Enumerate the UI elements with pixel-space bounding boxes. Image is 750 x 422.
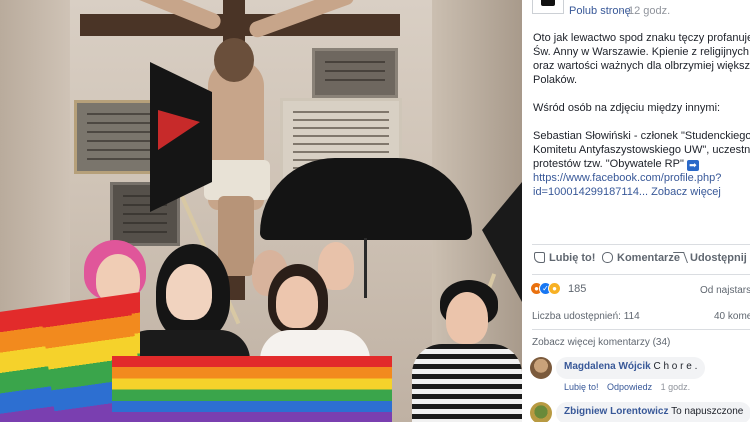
comment-author[interactable]: Magdalena Wójcik xyxy=(564,361,651,372)
share-icon xyxy=(672,252,689,263)
see-more-link[interactable]: Zobacz więcej xyxy=(651,186,721,198)
page-avatar[interactable] xyxy=(532,0,564,14)
post-text: Oto jak lewactwo spod znaku tęczy profan… xyxy=(533,31,750,199)
divider xyxy=(532,244,750,245)
person-striped-shirt xyxy=(412,344,522,422)
person-face xyxy=(166,264,212,320)
post-actions: Lubię to! Komentarze Udostępnij xyxy=(522,246,750,272)
umbrella-handle xyxy=(364,238,367,298)
post-text-line: Polaków. xyxy=(533,74,578,86)
comment-author[interactable]: Zbigniew Lorentowicz xyxy=(564,406,668,417)
post-text-line: Wśród osób na zdjęciu między innymi: xyxy=(533,102,721,114)
post-text-line: Komitetu Antyfaszystowskiego UW", uczest… xyxy=(533,144,750,156)
profile-link[interactable]: https://www.facebook.com/profile.php? xyxy=(533,171,750,185)
post-text-line: protestów tzw. "Obywatele RP" ➡ xyxy=(533,157,750,171)
post-header: Polub stronę · 12 godz. xyxy=(522,0,750,22)
shares-count[interactable]: Liczba udostępnień: 114 xyxy=(532,311,640,322)
profile-link[interactable]: id=100014299187114... xyxy=(533,186,648,198)
share-button[interactable]: Udostępnij xyxy=(672,252,747,264)
post-stats: Liczba udostępnień: 114 40 komen xyxy=(532,311,750,322)
comment-time[interactable]: 1 godz. xyxy=(661,382,691,392)
comment-icon xyxy=(602,252,613,263)
memorial-plaque xyxy=(312,48,398,98)
post-text-line: Oto jak lewactwo spod znaku tęczy profan… xyxy=(533,32,750,44)
person-face xyxy=(446,292,488,344)
comment-button[interactable]: Komentarze xyxy=(602,252,680,264)
post-timestamp[interactable]: 12 godz. xyxy=(628,5,670,17)
comment-text: To napuszczone xyxy=(671,406,744,417)
comment-sort-dropdown[interactable]: Od najstarsz xyxy=(700,285,750,296)
comment-bubble: Zbigniew Lorentowicz To napuszczone xyxy=(556,402,750,422)
rainbow-flag xyxy=(112,356,392,422)
comment-reply-link[interactable]: Odpowiedz xyxy=(607,382,652,392)
comment-like-link[interactable]: Lubię to! xyxy=(564,382,599,392)
arrow-right-icon: ➡ xyxy=(686,160,699,171)
page-logo-icon xyxy=(541,0,555,6)
crucifix-beam xyxy=(80,14,400,36)
divider xyxy=(532,329,750,330)
crucifix-figure-head xyxy=(214,38,254,82)
comment-meta: Lubię to! Odpowiedz 1 godz. xyxy=(564,382,696,392)
like-button[interactable]: Lubię to! xyxy=(534,252,595,264)
wow-icon: ● xyxy=(548,282,561,295)
crucifix-figure-cloth xyxy=(204,160,270,200)
reactions-count: 185 xyxy=(568,283,587,295)
post-photo[interactable] xyxy=(0,0,522,422)
avatar[interactable] xyxy=(530,402,552,422)
post-text-line: Św. Anny w Warszawie. Kpienie z religijn… xyxy=(533,46,750,58)
separator: · xyxy=(620,5,624,17)
avatar[interactable] xyxy=(530,357,552,379)
thumbs-up-icon xyxy=(534,252,545,263)
more-comments-link[interactable]: Zobacz więcej komentarzy (34) xyxy=(532,337,670,348)
person-face xyxy=(276,276,318,328)
comments-count[interactable]: 40 komen xyxy=(714,311,750,322)
comment-bubble: Magdalena Wójcik C h o r e . xyxy=(556,357,706,379)
comment-text: C h o r e . xyxy=(653,361,698,372)
post-panel: Polub stronę · 12 godz. Oto jak lewactwo… xyxy=(522,0,750,422)
divider xyxy=(532,274,750,275)
post-text-line: Sebastian Słowiński - członek "Studencki… xyxy=(533,130,750,142)
post-text-line: oraz wartości ważnych dla olbrzymiej wię… xyxy=(533,60,750,72)
